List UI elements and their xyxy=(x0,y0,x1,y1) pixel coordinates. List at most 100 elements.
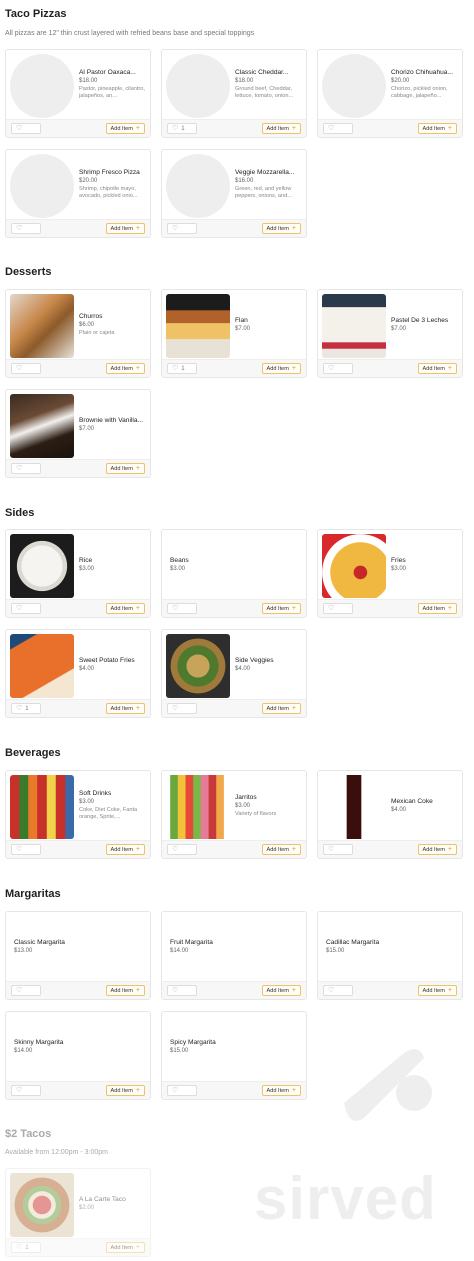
item-name: Cadillac Margarita xyxy=(326,939,380,946)
add-item-button[interactable]: Add Item + xyxy=(105,363,145,374)
like-button[interactable]: ♡ 1 xyxy=(167,363,197,374)
add-item-button[interactable]: Add Item + xyxy=(105,1242,145,1253)
heart-icon: ♡ xyxy=(172,605,179,612)
like-count: 1 xyxy=(25,705,29,712)
menu-item-card[interactable]: Brownie with Vanilla... $7.00 ♡ Add Item… xyxy=(5,389,151,478)
add-item-button[interactable]: Add Item + xyxy=(261,985,301,996)
add-item-button[interactable]: Add Item + xyxy=(417,603,457,614)
item-price: $7.00 xyxy=(79,426,95,432)
like-button[interactable]: ♡ xyxy=(167,603,197,614)
item-image xyxy=(166,775,230,839)
like-button[interactable]: ♡ xyxy=(11,844,41,855)
add-item-label: Add Item xyxy=(266,705,289,712)
add-item-label: Add Item xyxy=(110,846,133,853)
like-button[interactable]: ♡ 1 xyxy=(11,1242,41,1253)
add-item-button[interactable]: Add Item + xyxy=(417,363,457,374)
item-name: Rice xyxy=(79,557,93,564)
like-button[interactable]: ♡ xyxy=(167,703,197,714)
item-description: Chorizo, pickled onion, cabbage, jalapeñ… xyxy=(391,86,448,99)
like-button[interactable]: ♡ xyxy=(167,844,197,855)
plus-icon: + xyxy=(291,605,296,612)
add-item-button[interactable]: Add Item + xyxy=(261,123,301,134)
like-button[interactable]: ♡ xyxy=(167,1085,197,1096)
plus-icon: + xyxy=(291,365,296,372)
menu-item-card[interactable]: Classic Margarita $13.00 ♡ Add Item + xyxy=(5,911,151,1000)
add-item-button[interactable]: Add Item + xyxy=(105,703,145,714)
heart-icon: ♡ xyxy=(172,705,179,712)
add-item-button[interactable]: Add Item + xyxy=(105,1085,145,1096)
menu-item-card[interactable]: Rice $3.00 ♡ Add Item + xyxy=(5,529,151,618)
item-description: Variety of flavors xyxy=(235,810,277,817)
menu-item-card[interactable]: A La Carte Taco $2.00 ♡ 1 Add Item + xyxy=(5,1168,151,1257)
item-name: Al Pastor Oaxaca... xyxy=(79,69,136,76)
menu-item-card[interactable]: Shrimp Fresco Pizza $20.00 Shrimp, chipo… xyxy=(5,149,151,238)
like-button[interactable]: ♡ xyxy=(11,223,41,234)
add-item-label: Add Item xyxy=(110,705,133,712)
heart-icon: ♡ xyxy=(16,705,23,712)
like-button[interactable]: ♡ xyxy=(11,985,41,996)
add-item-button[interactable]: Add Item + xyxy=(417,123,457,134)
menu-item-card[interactable]: Flan $7.00 ♡ 1 Add Item + xyxy=(161,289,307,378)
like-button[interactable]: ♡ xyxy=(11,363,41,374)
like-button[interactable]: ♡ xyxy=(11,463,41,474)
menu-item-card[interactable]: Al Pastor Oaxaca... $18.00 Pastor, pinea… xyxy=(5,49,151,138)
plus-icon: + xyxy=(291,125,296,132)
menu-item-card[interactable]: Jarritos $3.00 Variety of flavors ♡ Add … xyxy=(161,770,307,859)
like-button[interactable]: ♡ xyxy=(167,223,197,234)
menu-item-card[interactable]: Chorizo Chihuahua... $20.00 Chorizo, pic… xyxy=(317,49,463,138)
add-item-button[interactable]: Add Item + xyxy=(105,985,145,996)
like-button[interactable]: ♡ xyxy=(11,603,41,614)
item-name: Pastel De 3 Leches xyxy=(391,317,449,324)
add-item-button[interactable]: Add Item + xyxy=(261,363,301,374)
menu-item-card[interactable]: Beans $3.00 ♡ Add Item + xyxy=(161,529,307,618)
add-item-button[interactable]: Add Item + xyxy=(261,603,301,614)
plus-icon: + xyxy=(291,987,296,994)
add-item-button[interactable]: Add Item + xyxy=(105,223,145,234)
like-button[interactable]: ♡ xyxy=(323,603,353,614)
like-button[interactable]: ♡ xyxy=(323,844,353,855)
menu-item-card[interactable]: Side Veggies $4.00 ♡ Add Item + xyxy=(161,629,307,718)
plus-icon: + xyxy=(135,987,140,994)
add-item-button[interactable]: Add Item + xyxy=(261,223,301,234)
item-name: Veggie Mozzarella... xyxy=(235,169,295,176)
item-name: Flan xyxy=(235,317,248,324)
add-item-label: Add Item xyxy=(110,1087,133,1094)
like-button[interactable]: ♡ xyxy=(323,985,353,996)
like-button[interactable]: ♡ xyxy=(11,1085,41,1096)
item-name: Soft Drinks xyxy=(79,790,112,797)
plus-icon: + xyxy=(135,465,140,472)
menu-item-card[interactable]: Pastel De 3 Leches $7.00 ♡ Add Item + xyxy=(317,289,463,378)
item-price: $18.00 xyxy=(79,78,98,84)
item-price: $14.00 xyxy=(170,948,189,954)
add-item-button[interactable]: Add Item + xyxy=(261,844,301,855)
menu-item-card[interactable]: Churros $6.00 Plain or cajeta ♡ Add Item… xyxy=(5,289,151,378)
like-button[interactable]: ♡ 1 xyxy=(167,123,197,134)
item-price: $2.00 xyxy=(79,1205,95,1211)
like-button[interactable]: ♡ xyxy=(323,363,353,374)
item-name: Jarritos xyxy=(235,793,257,801)
heart-icon: ♡ xyxy=(328,846,335,853)
add-item-button[interactable]: Add Item + xyxy=(261,703,301,714)
add-item-button[interactable]: Add Item + xyxy=(105,603,145,614)
menu-item-card[interactable]: Sweet Potato Fries $4.00 ♡ 1 Add Item + xyxy=(5,629,151,718)
add-item-button[interactable]: Add Item + xyxy=(417,844,457,855)
menu-item-card[interactable]: Soft Drinks $3.00 Coke, Diet Coke, Fanta… xyxy=(5,770,151,859)
add-item-button[interactable]: Add Item + xyxy=(105,463,145,474)
like-button[interactable]: ♡ xyxy=(11,123,41,134)
add-item-button[interactable]: Add Item + xyxy=(417,985,457,996)
add-item-button[interactable]: Add Item + xyxy=(105,844,145,855)
add-item-button[interactable]: Add Item + xyxy=(105,123,145,134)
like-button[interactable]: ♡ 1 xyxy=(11,703,41,714)
like-button[interactable]: ♡ xyxy=(167,985,197,996)
item-price: $3.00 xyxy=(79,566,95,572)
menu-item-card[interactable]: Fries $3.00 ♡ Add Item + xyxy=(317,529,463,618)
menu-item-card[interactable]: Cadillac Margarita $15.00 ♡ Add Item + xyxy=(317,911,463,1000)
menu-item-card[interactable]: Skinny Margarita $14.00 ♡ Add Item + xyxy=(5,1011,151,1100)
like-button[interactable]: ♡ xyxy=(323,123,353,134)
menu-item-card[interactable]: Classic Cheddar... $18.00 Ground beef, C… xyxy=(161,49,307,138)
item-description: Ground beef, Cheddar, lettuce, tomato, o… xyxy=(235,86,294,99)
menu-item-card[interactable]: Mexican Coke $4.00 ♡ Add Item + xyxy=(317,770,463,859)
item-image xyxy=(10,154,74,218)
menu-item-card[interactable]: Fruit Margarita $14.00 ♡ Add Item + xyxy=(161,911,307,1000)
menu-item-card[interactable]: Veggie Mozzarella... $16.00 Green, red, … xyxy=(161,149,307,238)
